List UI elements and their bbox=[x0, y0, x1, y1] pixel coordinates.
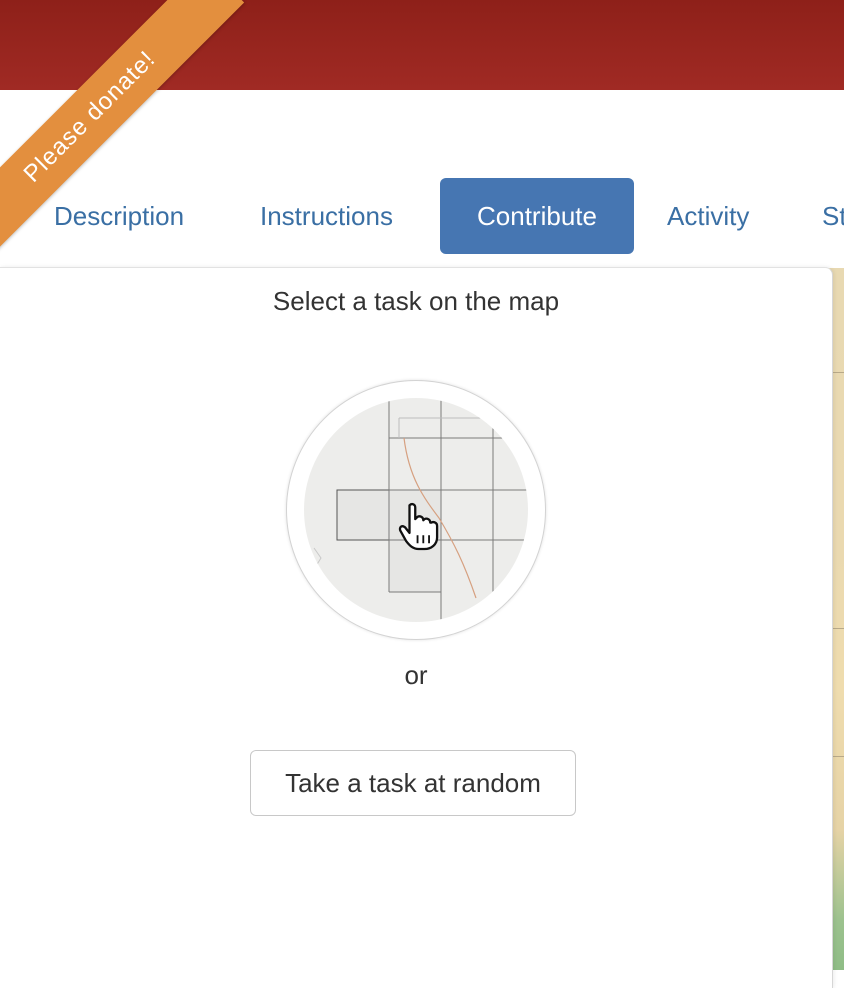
select-task-heading: Select a task on the map bbox=[272, 286, 560, 316]
map-grid-pointer-icon bbox=[304, 398, 528, 622]
tab-activity[interactable]: Activity bbox=[667, 178, 749, 254]
tab-contribute[interactable]: Contribute bbox=[440, 178, 634, 254]
donate-ribbon-container: Please donate! bbox=[0, 0, 260, 260]
or-divider-text: or bbox=[404, 660, 428, 690]
take-random-task-button[interactable]: Take a task at random bbox=[250, 750, 576, 816]
map-grid-line bbox=[833, 628, 844, 629]
map-grid-line bbox=[833, 372, 844, 373]
tab-stats[interactable]: St bbox=[822, 178, 844, 254]
map-illustration bbox=[286, 380, 546, 640]
map-grid-line bbox=[833, 756, 844, 757]
donate-ribbon[interactable]: Please donate! bbox=[0, 0, 245, 260]
tab-instructions[interactable]: Instructions bbox=[260, 178, 393, 254]
